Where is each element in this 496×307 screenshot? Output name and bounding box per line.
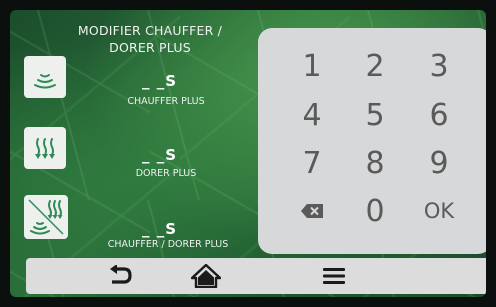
home-icon [191,264,221,288]
page-title: MODIFIER CHAUFFER / DORER PLUS [42,22,258,56]
brown-plus-button[interactable] [24,127,66,169]
numeric-keypad: 1 2 3 4 5 6 7 8 9 0 OK [258,28,486,254]
key-8[interactable]: 8 [346,142,404,184]
key-7[interactable]: 7 [283,142,341,184]
page-title-line-2: DORER PLUS [109,40,191,55]
key-5[interactable]: 5 [346,94,404,136]
heat-and-brown-icon [28,199,64,235]
key-4[interactable]: 4 [283,94,341,136]
screen: MODIFIER CHAUFFER / DORER PLUS _ _S CHAU… [10,10,486,297]
key-1[interactable]: 1 [283,45,341,87]
heat-plus-value: _ _S [142,72,178,90]
brown-plus-value: _ _S [142,146,178,164]
key-2[interactable]: 2 [346,45,404,87]
key-6[interactable]: 6 [410,94,468,136]
backspace-icon [301,204,323,218]
menu-icon [323,268,345,284]
backspace-button[interactable] [283,190,341,232]
back-arrow-icon [110,265,132,284]
menu-button[interactable] [304,258,364,294]
heat-plus-button[interactable] [24,56,66,98]
heat-brown-plus-label: CHAUFFER / DORER PLUS [107,239,229,250]
home-button[interactable] [176,258,236,294]
ok-button[interactable]: OK [410,190,468,232]
brown-plus-label: DORER PLUS [135,168,197,179]
heat-plus-label: CHAUFFER PLUS [127,96,205,107]
key-0[interactable]: 0 [346,190,404,232]
page-title-line-1: MODIFIER CHAUFFER / [77,23,223,38]
heat-brown-plus-button[interactable] [24,195,68,239]
key-3[interactable]: 3 [410,45,468,87]
heat-waves-icon [34,74,56,89]
browning-coils-icon [35,138,55,159]
key-9[interactable]: 9 [410,142,468,184]
back-button[interactable] [90,258,150,294]
heat-brown-plus-value: _ _S [142,220,178,238]
bottom-nav-bar [26,258,486,294]
